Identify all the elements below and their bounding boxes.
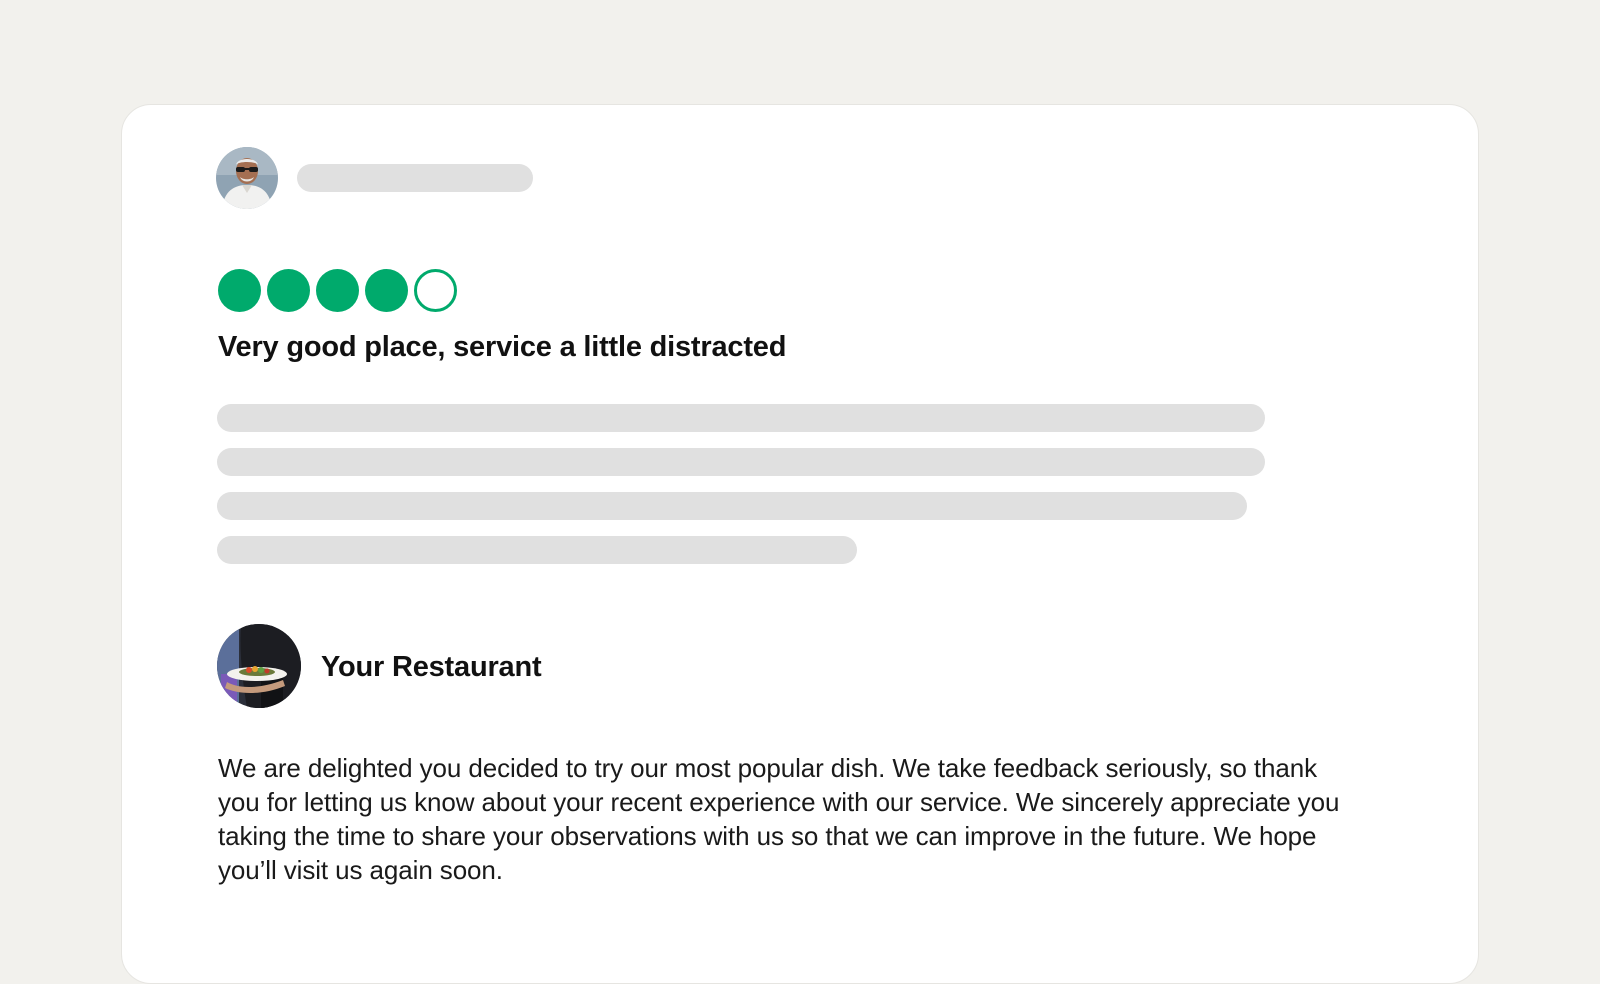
- review-body-placeholder-line: [217, 448, 1265, 476]
- owner-name: Your Restaurant: [321, 651, 542, 683]
- review-body-placeholder-line: [217, 404, 1265, 432]
- rating-bubble-filled: [218, 269, 261, 312]
- owner-response-text: We are delighted you decided to try our …: [218, 753, 1340, 885]
- review-title: Very good place, service a little distra…: [218, 331, 787, 363]
- rating-bubble-filled: [267, 269, 310, 312]
- rating-bubble-filled: [365, 269, 408, 312]
- waiter-serving-dish-avatar-icon: [217, 624, 301, 708]
- rating-bubbles: [218, 269, 457, 313]
- elderly-man-sunglasses-avatar-icon: [216, 147, 278, 209]
- review-card: Very good place, service a little distra…: [121, 104, 1479, 984]
- review-body-placeholder-line: [217, 536, 857, 564]
- reviewer-name-placeholder: [297, 164, 533, 192]
- reviewer-avatar[interactable]: [216, 147, 278, 209]
- review-body-placeholder-line: [217, 492, 1247, 520]
- rating-bubble-empty: [414, 269, 457, 312]
- owner-avatar[interactable]: [217, 624, 301, 708]
- rating-bubble-filled: [316, 269, 359, 312]
